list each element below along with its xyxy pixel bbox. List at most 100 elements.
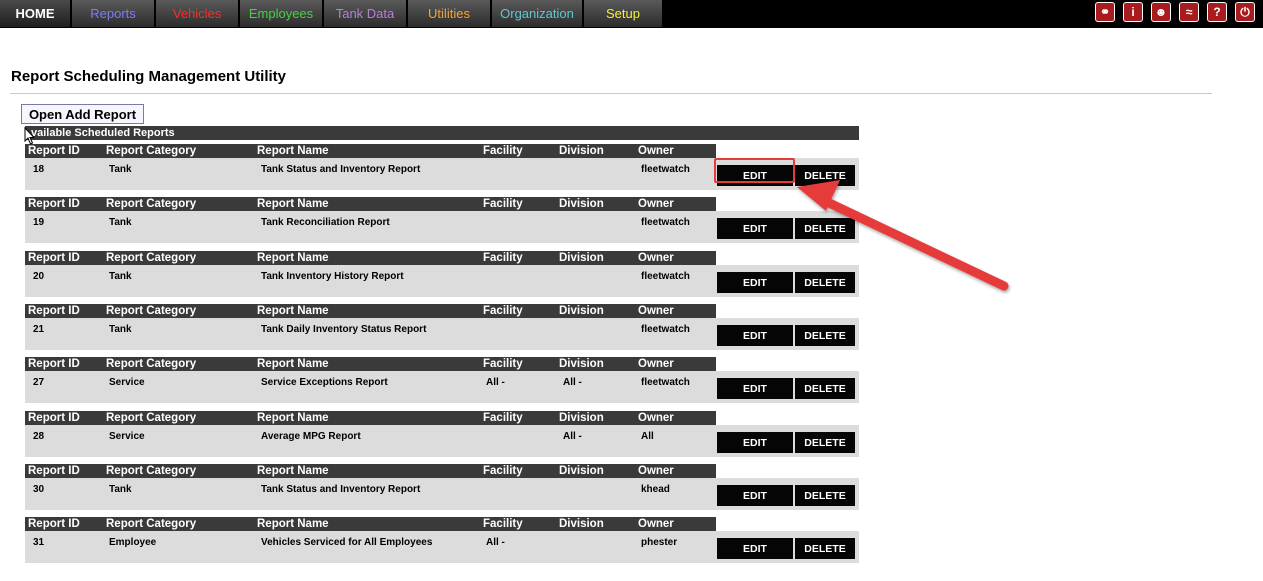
report-record: 20 Tank Tank Inventory History Report fleet…: [25, 251, 859, 297]
edit-button[interactable]: EDIT: [717, 218, 793, 239]
nav-tab-vehicles[interactable]: Vehicles: [156, 0, 240, 27]
column-header-division: Division: [559, 518, 604, 530]
delete-button[interactable]: DELETE: [795, 485, 855, 506]
record-header-row: Report ID Report Category Report Name Facil…: [25, 144, 716, 158]
column-header-facility: Facility: [483, 252, 523, 264]
nav-tab-tank-data[interactable]: Tank Data: [324, 0, 408, 27]
edit-button[interactable]: EDIT: [717, 325, 793, 346]
column-header-division: Division: [559, 252, 604, 264]
record-header-row: Report ID Report Category Report Name Facil…: [25, 357, 716, 371]
nav-tab-reports[interactable]: Reports: [72, 0, 156, 27]
report-record: 31 Employee Vehicles Serviced for All Empl…: [25, 517, 859, 563]
column-header-name: Report Name: [257, 305, 329, 317]
cell-owner: khead: [641, 484, 670, 495]
column-header-division: Division: [559, 198, 604, 210]
column-header-facility: Facility: [483, 198, 523, 210]
nav-tab-setup[interactable]: Setup: [584, 0, 664, 27]
cell-category: Employee: [109, 537, 157, 548]
column-header-facility: Facility: [483, 465, 523, 477]
edit-button[interactable]: EDIT: [717, 538, 793, 559]
cell-division: All -: [563, 377, 582, 388]
column-header-division: Division: [559, 412, 604, 424]
column-header-division: Division: [559, 358, 604, 370]
column-header-name: Report Name: [257, 145, 329, 157]
record-header-row: Report ID Report Category Report Name Facil…: [25, 251, 716, 265]
report-record: 27 Service Service Exceptions Report All - A…: [25, 357, 859, 403]
cell-facility: All -: [486, 377, 505, 388]
edit-button[interactable]: EDIT: [717, 432, 793, 453]
edit-button[interactable]: EDIT: [717, 485, 793, 506]
column-header-category: Report Category: [106, 252, 197, 264]
nav-tab-employees[interactable]: Employees: [240, 0, 324, 27]
cell-id: 31: [33, 537, 45, 548]
column-header-facility: Facility: [483, 145, 523, 157]
page-root: HOME Reports Vehicles Employees Tank Data Uti…: [0, 0, 1263, 581]
column-header-facility: Facility: [483, 358, 523, 370]
record-header-row: Report ID Report Category Report Name Facil…: [25, 517, 716, 531]
column-header-category: Report Category: [106, 305, 197, 317]
cell-name: Tank Reconciliation Report: [261, 217, 390, 228]
column-header-facility: Facility: [483, 412, 523, 424]
cell-owner: fleetwatch: [641, 217, 690, 228]
top-nav-bar: HOME Reports Vehicles Employees Tank Data Uti…: [0, 0, 1263, 28]
cell-category: Tank: [109, 484, 132, 495]
cell-name: Tank Daily Inventory Status Report: [261, 324, 427, 335]
cell-name: Tank Status and Inventory Report: [261, 164, 421, 175]
column-header-division: Division: [559, 145, 604, 157]
cell-owner: fleetwatch: [641, 324, 690, 335]
column-header-id: Report ID: [28, 198, 80, 210]
nav-icons: ⚭ i ☻ ≈? ⏻: [1095, 2, 1255, 22]
column-header-id: Report ID: [28, 305, 80, 317]
column-header-owner: Owner: [638, 252, 674, 264]
cell-owner: phester: [641, 537, 678, 548]
delete-button[interactable]: DELETE: [795, 432, 855, 453]
cell-owner: All: [641, 431, 654, 442]
cell-category: Service: [109, 377, 145, 388]
cell-owner: fleetwatch: [641, 164, 690, 175]
nav-tab-organization[interactable]: Organization: [492, 0, 584, 27]
user-icon[interactable]: ☻: [1151, 2, 1171, 22]
column-header-division: Division: [559, 465, 604, 477]
open-add-report-button[interactable]: Open Add Report: [21, 104, 144, 124]
wave-icon[interactable]: ≈: [1179, 2, 1199, 22]
column-header-owner: Owner: [638, 358, 674, 370]
cell-id: 28: [33, 431, 45, 442]
info-icon[interactable]: i: [1123, 2, 1143, 22]
column-header-name: Report Name: [257, 358, 329, 370]
cell-id: 21: [33, 324, 45, 335]
delete-button[interactable]: DELETE: [795, 218, 855, 239]
column-header-name: Report Name: [257, 465, 329, 477]
link-icon[interactable]: ⚭: [1095, 2, 1115, 22]
edit-button[interactable]: EDIT: [717, 378, 793, 399]
column-header-owner: Owner: [638, 145, 674, 157]
report-record: 28 Service Average MPG Report All - All Repor…: [25, 411, 859, 457]
cell-owner: fleetwatch: [641, 271, 690, 282]
column-header-division: Division: [559, 305, 604, 317]
help-icon[interactable]: ?: [1207, 2, 1227, 22]
column-header-id: Report ID: [28, 145, 80, 157]
nav-tabs: HOME Reports Vehicles Employees Tank Data Uti…: [0, 0, 664, 27]
mouse-cursor-icon: [24, 127, 36, 145]
report-record: 30 Tank Tank Status and Inventory Report kh…: [25, 464, 859, 510]
cell-facility: All -: [486, 537, 505, 548]
cell-category: Service: [109, 431, 145, 442]
column-header-facility: Facility: [483, 305, 523, 317]
delete-button[interactable]: DELETE: [795, 165, 855, 186]
cell-owner: fleetwatch: [641, 377, 690, 388]
nav-tab-home[interactable]: HOME: [0, 0, 72, 27]
column-header-facility: Facility: [483, 518, 523, 530]
cell-id: 27: [33, 377, 45, 388]
column-header-category: Report Category: [106, 198, 197, 210]
delete-button[interactable]: DELETE: [795, 538, 855, 559]
cell-name: Vehicles Serviced for All Employees: [261, 537, 433, 548]
column-header-id: Report ID: [28, 358, 80, 370]
column-header-owner: Owner: [638, 412, 674, 424]
delete-button[interactable]: DELETE: [795, 325, 855, 346]
power-icon[interactable]: ⏻: [1235, 2, 1255, 22]
column-header-name: Report Name: [257, 518, 329, 530]
column-header-category: Report Category: [106, 358, 197, 370]
nav-tab-utilities[interactable]: Utilities: [408, 0, 492, 27]
delete-button[interactable]: DELETE: [795, 272, 855, 293]
edit-button[interactable]: EDIT: [717, 272, 793, 293]
delete-button[interactable]: DELETE: [795, 378, 855, 399]
